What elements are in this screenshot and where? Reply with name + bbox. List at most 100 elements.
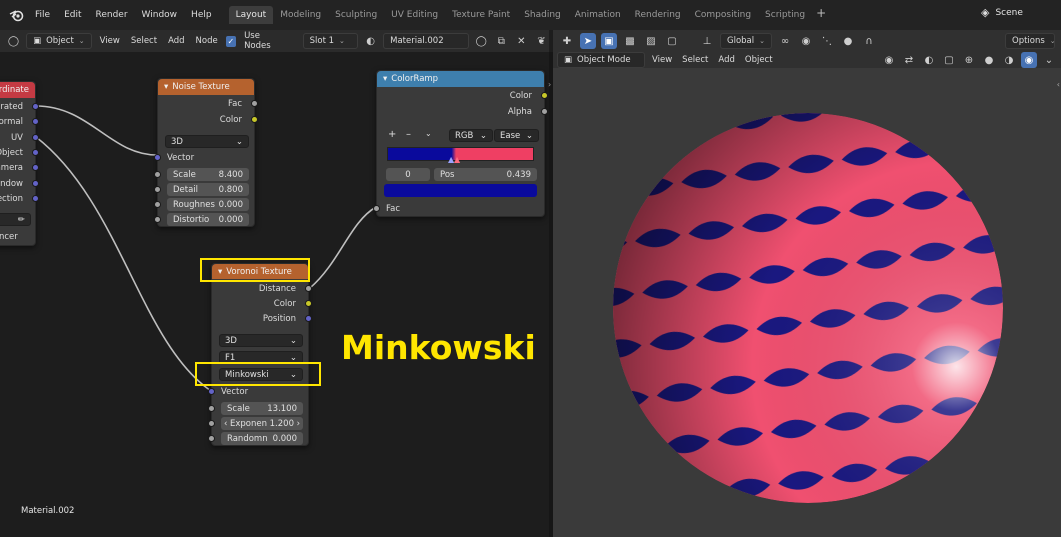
eyedropper-icon[interactable]: ✏ [18,215,25,225]
proportional-edit-icon[interactable]: ● [840,33,856,49]
socket-vector-in[interactable] [208,388,215,395]
menu-window[interactable]: Window [135,10,185,20]
textured-sphere[interactable] [613,113,1003,503]
tab-layout[interactable]: Layout [228,6,274,24]
select-tool-icon[interactable]: ➤ [580,33,596,49]
menu-help[interactable]: Help [184,10,219,20]
dimensions-dropdown[interactable]: 3D ⌄ [165,135,249,148]
pin-icon[interactable]: ❦ [534,33,549,49]
rendered-shading-icon[interactable]: ◉ [1021,52,1037,68]
exponent-field[interactable]: ‹ Exponen 1.200 › [221,417,303,430]
socket-reflection[interactable] [32,195,39,202]
menu-object[interactable]: Object [742,55,776,65]
fake-user-icon[interactable]: ◯ [474,33,489,49]
tab-modeling[interactable]: Modeling [273,6,328,24]
ramp-stop-1-marker[interactable]: ▲ [454,155,460,164]
solid-shading-icon[interactable]: ● [981,52,997,68]
socket-scale-in[interactable] [154,171,161,178]
stop-color-swatch[interactable] [384,184,537,197]
node-header[interactable]: ▾ Noise Texture [158,79,254,95]
material-name-field[interactable]: Material.002 [383,33,469,49]
increment-arrow-icon[interactable]: › [297,419,300,429]
socket-position-out[interactable] [305,315,312,322]
node-editor-canvas[interactable]: rdinate erated ormal UV Object amera ind… [0,52,549,537]
menu-select[interactable]: Select [128,36,160,46]
add-workspace-icon[interactable]: + [816,6,826,24]
noise-texture-node[interactable]: ▾ Noise Texture Fac Color 3D ⌄ Vector Sc… [154,78,258,227]
socket-scale-in[interactable] [208,405,215,412]
pivot-icon[interactable]: ∞ [777,33,793,49]
collapse-icon[interactable]: ▾ [383,74,387,84]
visibility-icon[interactable]: ◉ [881,52,897,68]
material-sphere-icon[interactable]: ◐ [363,33,378,49]
socket-detail-in[interactable] [154,186,161,193]
socket-camera[interactable] [32,164,39,171]
color-mode-dropdown[interactable]: RGB ⌄ [449,129,493,142]
tab-shading[interactable]: Shading [517,6,568,24]
dimensions-dropdown[interactable]: 3D ⌄ [219,334,303,347]
tab-animation[interactable]: Animation [568,6,628,24]
ramp-menu-icon[interactable]: ⌄ [425,129,432,138]
socket-uv[interactable] [32,134,39,141]
menu-view[interactable]: View [97,36,123,46]
randomness-field[interactable]: Randomn 0.000 [221,432,303,445]
socket-color-out[interactable] [541,92,548,99]
detail-field[interactable]: Detail 0.800 [167,183,249,196]
socket-generated[interactable] [32,103,39,110]
decrement-arrow-icon[interactable]: ‹ [224,419,227,429]
distortion-field[interactable]: Distortio 0.000 [167,213,249,226]
menu-view[interactable]: View [649,55,675,65]
select-box-icon[interactable]: ▣ [601,33,617,49]
xray-icon[interactable]: ▢ [941,52,957,68]
stop-index-field[interactable]: 0 [386,168,430,181]
socket-color-out[interactable] [305,300,312,307]
scene-selector[interactable]: ◈ Scene [981,6,1061,19]
tab-compositing[interactable]: Compositing [688,6,758,24]
voronoi-texture-node[interactable]: ▾ Voronoi Texture Distance Color Positio… [208,263,312,446]
tab-texture-paint[interactable]: Texture Paint [445,6,517,24]
socket-normal[interactable] [32,118,39,125]
socket-distortion-in[interactable] [154,216,161,223]
socket-object[interactable] [32,149,39,156]
stop-position-field[interactable]: Pos 0.439 [434,168,537,181]
shader-type-dropdown[interactable]: ▣ Object ⌄ [26,33,92,49]
scale-field[interactable]: Scale 8.400 [167,168,249,181]
socket-randomness-in[interactable] [208,435,215,442]
socket-window[interactable] [32,180,39,187]
socket-roughness-in[interactable] [154,201,161,208]
add-stop-icon[interactable]: + [388,129,396,140]
transform-orientation-dropdown[interactable]: Global ⌄ [720,33,772,49]
socket-alpha-out[interactable] [541,108,548,115]
menu-file[interactable]: File [28,10,57,20]
socket-color-out[interactable] [251,116,258,123]
node-header[interactable]: ▾ ColorRamp [377,71,544,87]
socket-exponent-in[interactable] [208,420,215,427]
tab-scripting[interactable]: Scripting [758,6,812,24]
tab-uv-editing[interactable]: UV Editing [384,6,445,24]
select-invert-icon[interactable]: ▢ [664,33,680,49]
menu-add[interactable]: Add [715,55,737,65]
slot-dropdown[interactable]: Slot 1 ⌄ [302,33,359,49]
editor-type-icon[interactable]: ◯ [6,33,21,49]
remove-stop-icon[interactable]: – [406,129,411,140]
expand-arrow-icon[interactable]: › [548,80,551,89]
wireframe-shading-icon[interactable]: ⊕ [961,52,977,68]
select-subtract-icon[interactable]: ▨ [643,33,659,49]
menu-edit[interactable]: Edit [57,10,88,20]
snap-icon[interactable]: ◉ [798,33,814,49]
menu-select[interactable]: Select [679,55,711,65]
transform-orientation-icon[interactable]: ⊥ [699,33,715,49]
collapse-icon[interactable]: ▾ [164,82,168,92]
color-ramp-gradient[interactable] [387,147,534,161]
interpolation-dropdown[interactable]: Ease ⌄ [494,129,539,142]
shading-options-icon[interactable]: ⌄ [1041,52,1057,68]
overlay-icon[interactable]: ◐ [921,52,937,68]
3d-viewport[interactable]: ‹ [553,68,1061,537]
editor-type-icon[interactable]: ✚ [559,33,575,49]
socket-fac-out[interactable] [251,100,258,107]
snap-target-icon[interactable]: ⋱ [819,33,835,49]
socket-fac-in[interactable] [373,205,380,212]
colorramp-node[interactable]: ▾ ColorRamp Color Alpha + – ⌄ RGB ⌄ Ease… [373,70,548,217]
socket-vector-in[interactable] [154,154,161,161]
duplicate-icon[interactable]: ⧉ [494,33,509,49]
